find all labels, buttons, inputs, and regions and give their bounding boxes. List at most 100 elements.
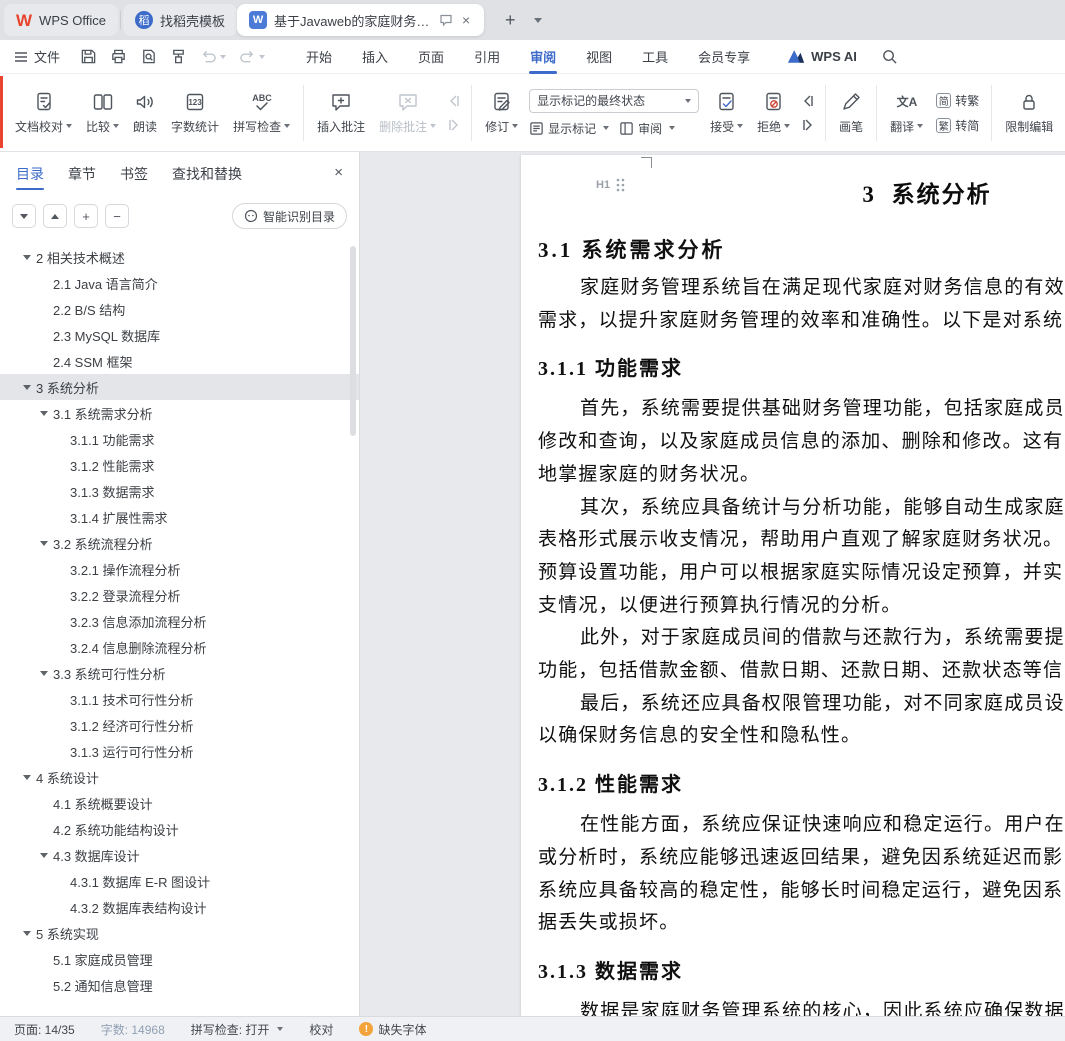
toc-expand-icon[interactable] xyxy=(35,411,53,416)
spell-check-button[interactable]: ABC 拼写检查 xyxy=(226,80,297,146)
toc-item[interactable]: 3.2.1 操作流程分析 xyxy=(0,556,359,582)
toc-item[interactable]: 2.4 SSM 框架 xyxy=(0,348,359,374)
restrict-editing-button[interactable]: 限制编辑 xyxy=(998,80,1060,146)
menu-tab[interactable]: 插入 xyxy=(361,39,389,74)
sidebar-tab[interactable]: 书签 xyxy=(120,153,148,195)
delete-comment-button[interactable]: 删除批注 xyxy=(372,80,443,146)
toc-item[interactable]: 2.1 Java 语言简介 xyxy=(0,270,359,296)
toc-zoom-in-button[interactable]: + xyxy=(74,204,98,228)
tab-wps-home[interactable]: W WPS Office xyxy=(4,4,118,36)
menu-tab[interactable]: 视图 xyxy=(585,39,613,74)
close-sidebar-button[interactable]: × xyxy=(334,164,343,181)
format-painter-icon[interactable] xyxy=(170,48,187,65)
track-changes-button[interactable]: 修订 xyxy=(478,80,525,146)
markup-state-select[interactable]: 显示标记的最终状态 xyxy=(529,88,700,113)
toc-expand-icon[interactable] xyxy=(35,671,53,676)
toc-expand-icon[interactable] xyxy=(18,931,36,936)
toc-item[interactable]: 3.1.3 运行可行性分析 xyxy=(0,738,359,764)
save-icon[interactable] xyxy=(80,48,97,65)
pen-button[interactable]: 画笔 xyxy=(832,80,870,146)
reject-revision-button[interactable]: 拒绝 xyxy=(750,80,797,146)
missing-font-warning[interactable]: ! 缺失字体 xyxy=(359,1021,426,1038)
sidebar-scrollbar[interactable] xyxy=(350,246,356,436)
toc-item[interactable]: 3.1.1 功能需求 xyxy=(0,426,359,452)
tab-list-dropdown-icon[interactable] xyxy=(534,17,543,23)
next-comment-icon[interactable] xyxy=(446,118,462,132)
toc-item[interactable]: 4.3.2 数据库表结构设计 xyxy=(0,894,359,920)
page-indicator[interactable]: 页面: 14/35 xyxy=(14,1021,75,1038)
menu-tab[interactable]: 引用 xyxy=(473,39,501,74)
toc-item[interactable]: 3.1.1 技术可行性分析 xyxy=(0,686,359,712)
toc-item[interactable]: 3.1.2 性能需求 xyxy=(0,452,359,478)
menu-tab[interactable]: 页面 xyxy=(417,39,445,74)
redo-button[interactable] xyxy=(239,49,266,65)
to-traditional-button[interactable]: 简 转繁 xyxy=(936,92,979,109)
toc-item[interactable]: 3.3 系统可行性分析 xyxy=(0,660,359,686)
toc-item[interactable]: 3.1.2 经济可行性分析 xyxy=(0,712,359,738)
menu-tab[interactable]: 开始 xyxy=(305,39,333,74)
toc-item[interactable]: 3.1 系统需求分析 xyxy=(0,400,359,426)
toc-expand-icon[interactable] xyxy=(18,775,36,780)
compare-button[interactable]: 比较 xyxy=(79,80,126,146)
toc-zoom-out-button[interactable]: − xyxy=(105,204,129,228)
translate-button[interactable]: 文A 翻译 xyxy=(883,80,930,146)
toc-item[interactable]: 3.2.2 登录流程分析 xyxy=(0,582,359,608)
toc-item[interactable]: 4.3.1 数据库 E-R 图设计 xyxy=(0,868,359,894)
sidebar-tab[interactable]: 查找和替换 xyxy=(172,153,242,195)
menu-tab[interactable]: 审阅 xyxy=(529,39,558,74)
print-preview-icon[interactable] xyxy=(140,48,157,65)
undo-button[interactable] xyxy=(200,49,227,65)
printer-icon[interactable] xyxy=(110,48,127,65)
file-menu-button[interactable]: 文件 xyxy=(14,47,60,66)
tab-docer[interactable]: 稻 找稻壳模板 xyxy=(123,4,238,36)
toc-item[interactable]: 4.1 系统概要设计 xyxy=(0,790,359,816)
to-simplified-button[interactable]: 繁 转简 xyxy=(936,117,979,134)
proofread-button[interactable]: 校对 xyxy=(309,1021,333,1038)
toc-item[interactable]: 3.2 系统流程分析 xyxy=(0,530,359,556)
toc-item[interactable]: 4 系统设计 xyxy=(0,764,359,790)
menu-tab[interactable]: 工具 xyxy=(641,39,669,74)
word-count-button[interactable]: 123 字数统计 xyxy=(164,80,226,146)
smart-toc-button[interactable]: 智能识别目录 xyxy=(231,203,347,229)
previous-comment-icon[interactable] xyxy=(446,94,462,108)
spellcheck-status[interactable]: 拼写检查: 打开 xyxy=(191,1021,284,1038)
toc-item[interactable]: 5.1 家庭成员管理 xyxy=(0,946,359,972)
document-page[interactable]: H1 3 系统分析 3.1 系统需求分析 家庭财务管理系统旨在满足现代家庭对财务信… xyxy=(521,155,1065,1016)
toc-expand-icon[interactable] xyxy=(18,255,36,260)
read-aloud-button[interactable]: 朗读 xyxy=(126,80,164,146)
word-count-indicator[interactable]: 字数: 14968 xyxy=(101,1021,165,1038)
next-revision-icon[interactable] xyxy=(800,118,816,132)
toc-expand-icon[interactable] xyxy=(35,853,53,858)
toc-item[interactable]: 4.3 数据库设计 xyxy=(0,842,359,868)
collapse-all-button[interactable] xyxy=(12,204,36,228)
close-tab-button[interactable]: × xyxy=(460,13,472,27)
toc-item[interactable]: 2 相关技术概述 xyxy=(0,244,359,270)
toc-item[interactable]: 2.2 B/S 结构 xyxy=(0,296,359,322)
toc-item[interactable]: 3.1.3 数据需求 xyxy=(0,478,359,504)
doc-body[interactable]: 3.1 系统需求分析 家庭财务管理系统旨在满足现代家庭对财务信息的有效 需求，以提升… xyxy=(538,219,1065,1016)
toc-item[interactable]: 3 系统分析 xyxy=(0,374,359,400)
doc-proofing-button[interactable]: 文档校对 xyxy=(8,80,79,146)
toc-item[interactable]: 5.2 通知信息管理 xyxy=(0,972,359,998)
accept-revision-button[interactable]: 接受 xyxy=(703,80,750,146)
sidebar-tab[interactable]: 章节 xyxy=(68,153,96,195)
insert-comment-button[interactable]: 插入批注 xyxy=(310,80,372,146)
tab-document[interactable]: W 基于Javaweb的家庭财务管理 × xyxy=(237,4,485,36)
show-markup-button[interactable]: 显示标记 xyxy=(529,120,610,137)
review-pane-button[interactable]: 审阅 xyxy=(619,120,676,137)
toc-item[interactable]: 3.2.3 信息添加流程分析 xyxy=(0,608,359,634)
toc-expand-icon[interactable] xyxy=(18,385,36,390)
previous-revision-icon[interactable] xyxy=(800,94,816,108)
new-tab-button[interactable]: + xyxy=(498,8,522,32)
toc-item[interactable]: 3.1.4 扩展性需求 xyxy=(0,504,359,530)
toc-item[interactable]: 3.2.4 信息删除流程分析 xyxy=(0,634,359,660)
menu-tab[interactable]: 会员专享 xyxy=(697,39,751,74)
expand-all-button[interactable] xyxy=(43,204,67,228)
toc-item[interactable]: 2.3 MySQL 数据库 xyxy=(0,322,359,348)
search-icon[interactable] xyxy=(881,48,898,65)
wps-ai-button[interactable]: WPS AI xyxy=(787,49,857,64)
toc-item[interactable]: 4.2 系统功能结构设计 xyxy=(0,816,359,842)
toc-item[interactable]: 5 系统实现 xyxy=(0,920,359,946)
toc-expand-icon[interactable] xyxy=(35,541,53,546)
sidebar-tab[interactable]: 目录 xyxy=(16,153,44,195)
